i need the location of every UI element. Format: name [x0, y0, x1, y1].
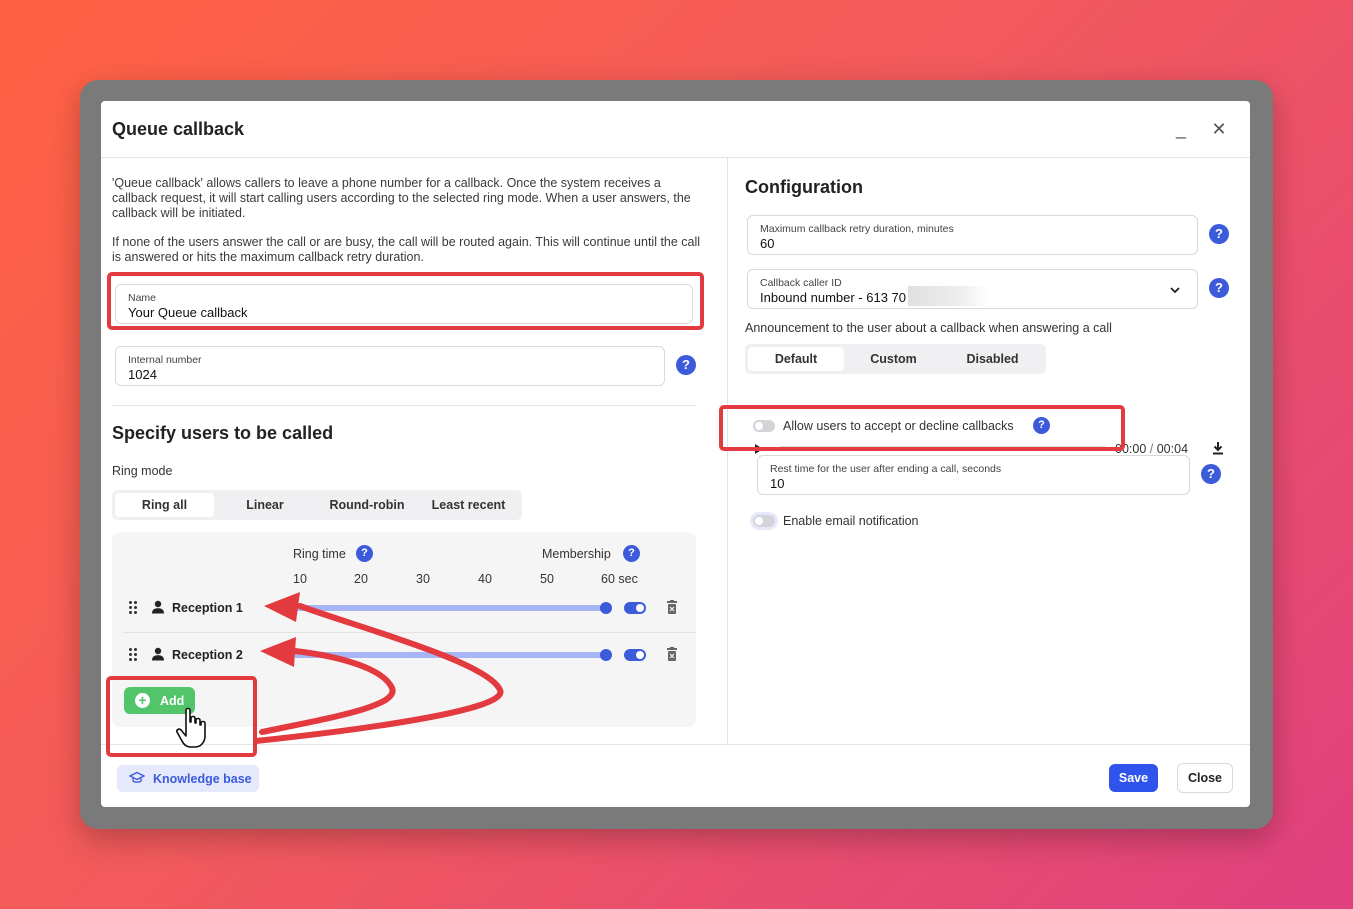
drag-handle-icon[interactable] — [129, 601, 139, 615]
announcement-custom[interactable]: Custom — [844, 347, 943, 371]
close-button[interactable]: Close — [1177, 763, 1233, 793]
announcement-disabled[interactable]: Disabled — [943, 347, 1042, 371]
section-divider — [112, 405, 696, 406]
queue-callback-dialog: Queue callback _ ✕ 'Queue callback' allo… — [101, 101, 1250, 807]
minimize-icon[interactable]: _ — [1169, 117, 1193, 141]
ring-time-slider[interactable] — [293, 652, 605, 658]
retry-duration-help-icon[interactable]: ? — [1209, 224, 1229, 244]
ring-mode-label: Ring mode — [112, 464, 173, 478]
membership-toggle[interactable] — [624, 649, 646, 661]
announcement-selector: Default Custom Disabled — [745, 344, 1046, 374]
membership-help-icon[interactable]: ? — [623, 545, 640, 562]
rest-time-value: 10 — [770, 476, 785, 491]
tick-label: 20 — [354, 572, 368, 586]
ring-time-help-icon[interactable]: ? — [356, 545, 373, 562]
retry-duration-label: Maximum callback retry duration, minutes — [760, 223, 954, 235]
download-icon[interactable] — [1211, 441, 1225, 455]
rest-time-field[interactable]: Rest time for the user after ending a ca… — [757, 455, 1190, 495]
user-name: Reception 2 — [172, 648, 243, 662]
name-field[interactable]: Name Your Queue callback — [115, 284, 693, 324]
dialog-title: Queue callback — [112, 119, 245, 139]
name-field-label: Name — [128, 292, 157, 304]
knowledge-base-button[interactable]: Knowledge base — [117, 765, 259, 792]
configuration-title: Configuration — [745, 177, 863, 197]
allow-accept-decline-help-icon[interactable]: ? — [1033, 417, 1050, 434]
ring-mode-selector: Ring all Linear Round-robin Least recent — [112, 490, 522, 520]
membership-label: Membership — [542, 547, 611, 561]
rest-time-label: Rest time for the user after ending a ca… — [770, 463, 1002, 475]
right-panel: Configuration Maximum callback retry dur… — [729, 158, 1250, 744]
caller-id-help-icon[interactable]: ? — [1209, 278, 1229, 298]
chevron-down-icon — [1170, 287, 1180, 294]
ring-time-slider-knob[interactable] — [600, 649, 612, 661]
email-notification-label: Enable email notification — [783, 514, 919, 528]
caller-id-label: Callback caller ID — [760, 277, 842, 289]
ring-time-slider[interactable] — [293, 605, 605, 611]
allow-accept-decline-label: Allow users to accept or decline callbac… — [783, 419, 1014, 433]
internal-number-value: 1024 — [128, 367, 157, 382]
internal-number-label: Internal number — [128, 354, 202, 366]
trash-icon[interactable] — [666, 600, 678, 614]
drag-handle-icon[interactable] — [129, 648, 139, 662]
internal-number-help-icon[interactable]: ? — [676, 355, 696, 375]
person-icon — [152, 600, 164, 614]
description-text-2: If none of the users answer the call or … — [112, 235, 701, 264]
users-section-title: Specify users to be called — [112, 423, 334, 443]
ring-mode-round-robin[interactable]: Round-robin — [316, 493, 418, 517]
tick-label: 50 — [540, 572, 554, 586]
dialog-header: Queue callback _ ✕ — [101, 101, 1250, 158]
ring-mode-linear[interactable]: Linear — [214, 493, 316, 517]
announcement-label: Announcement to the user about a callbac… — [745, 321, 1112, 335]
tick-label: 30 — [416, 572, 430, 586]
user-name: Reception 1 — [172, 601, 243, 615]
tick-label: 60 sec — [601, 572, 638, 586]
redacted-number-blur — [908, 286, 988, 306]
email-notification-toggle[interactable] — [753, 515, 775, 527]
allow-accept-decline-toggle[interactable] — [753, 420, 775, 432]
trash-icon[interactable] — [666, 647, 678, 661]
caller-id-select[interactable]: Callback caller ID Inbound number - 613 … — [747, 269, 1198, 309]
ring-mode-ring-all[interactable]: Ring all — [115, 493, 214, 517]
add-user-button[interactable]: + Add — [124, 687, 195, 714]
announcement-default[interactable]: Default — [748, 347, 844, 371]
tick-label: 10 — [293, 572, 307, 586]
graduation-cap-icon — [129, 771, 145, 783]
ring-mode-least-recent[interactable]: Least recent — [418, 493, 519, 517]
plus-icon: + — [135, 693, 150, 708]
play-icon[interactable] — [754, 443, 764, 455]
close-icon[interactable]: ✕ — [1207, 117, 1231, 141]
description-text: 'Queue callback' allows callers to leave… — [112, 176, 691, 220]
membership-toggle[interactable] — [624, 602, 646, 614]
audio-progress-bar[interactable] — [779, 446, 1107, 451]
retry-duration-field[interactable]: Maximum callback retry duration, minutes… — [747, 215, 1198, 255]
internal-number-field[interactable]: Internal number 1024 — [115, 346, 665, 386]
rest-time-help-icon[interactable]: ? — [1201, 464, 1221, 484]
ring-time-label: Ring time — [293, 547, 346, 561]
dialog-footer: Knowledge base Save Close — [101, 744, 1250, 807]
ring-time-slider-knob[interactable] — [600, 602, 612, 614]
retry-duration-value: 60 — [760, 236, 775, 251]
save-button[interactable]: Save — [1109, 764, 1158, 792]
tick-label: 40 — [478, 572, 492, 586]
audio-timecode: 00:00 / 00:04 — [1115, 442, 1189, 456]
person-icon — [152, 647, 164, 661]
row-separator — [123, 632, 695, 633]
users-list: Ring time ? Membership ? 10 20 30 40 50 … — [112, 532, 696, 727]
caller-id-value: Inbound number - 613 70 — [760, 290, 906, 305]
name-field-value: Your Queue callback — [128, 305, 248, 320]
